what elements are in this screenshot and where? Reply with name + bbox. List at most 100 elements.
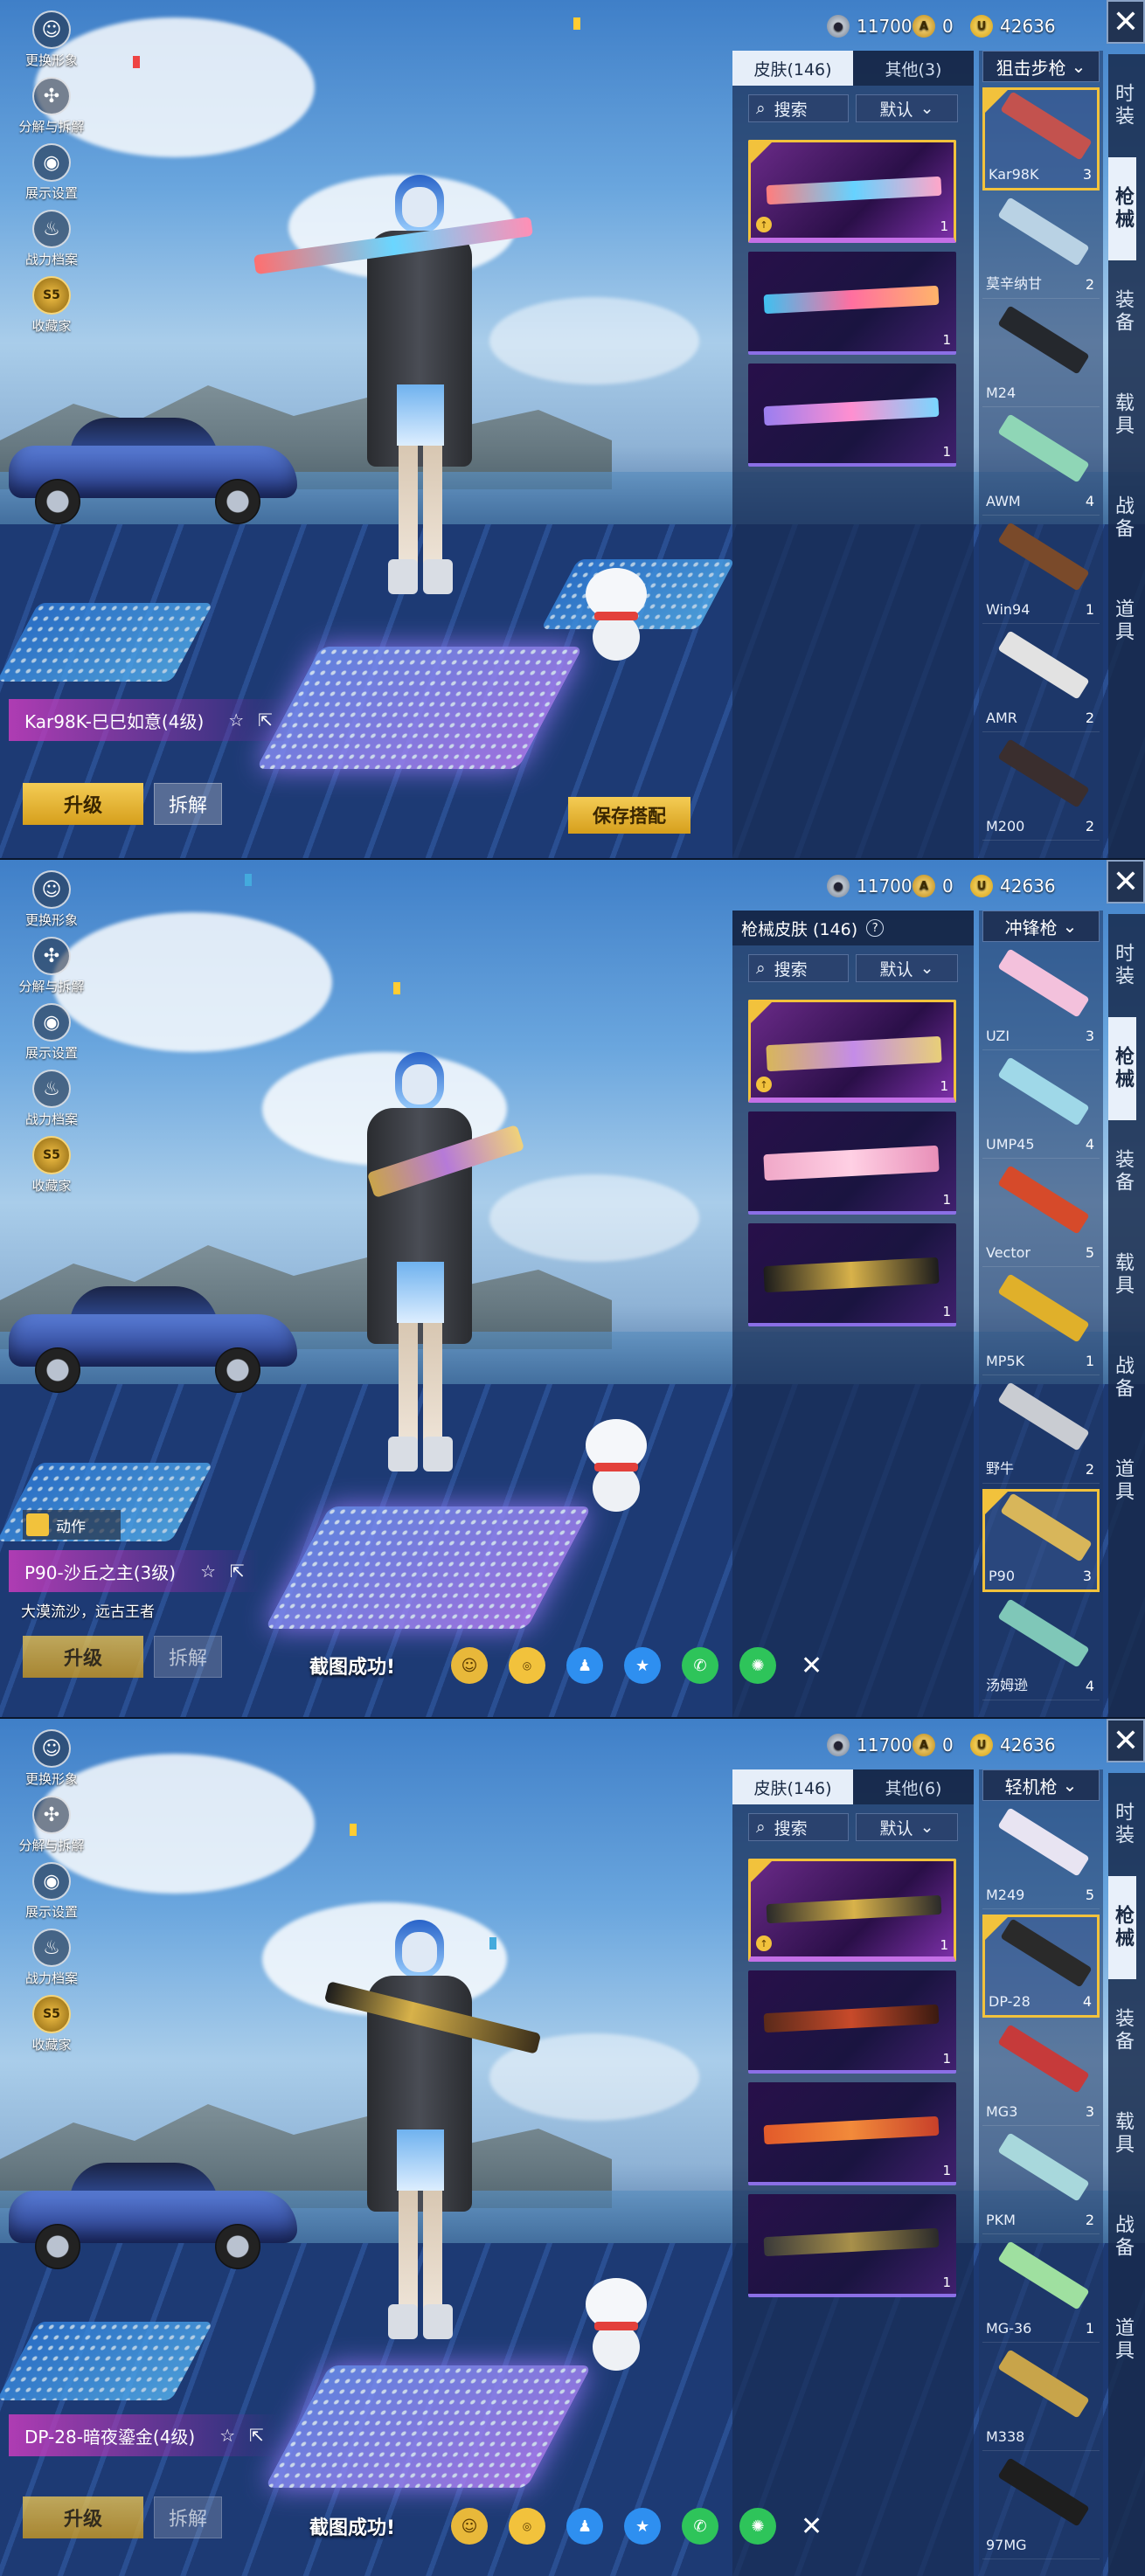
tab-equipment[interactable]: 装备 — [1108, 260, 1136, 364]
menu-power[interactable]: ♨ 战力档案 — [12, 210, 91, 276]
motion-button[interactable]: 动作 — [23, 1510, 121, 1540]
share-icon[interactable]: ⇱ — [230, 1561, 245, 1582]
menu-decompose[interactable]: ✣ 分解与拆解 — [12, 77, 91, 143]
qzone-icon[interactable]: ★ — [624, 2508, 662, 2545]
game-circle-icon[interactable]: ◎ — [509, 2508, 546, 2545]
search-input[interactable]: ⌕ 搜索 — [748, 94, 850, 122]
qq-icon[interactable]: ♟ — [566, 2508, 604, 2545]
close-button[interactable]: ✕ — [1107, 0, 1145, 44]
weapon-item[interactable]: Vector 5 — [982, 1164, 1100, 1267]
weapon-item[interactable]: MG-36 1 — [982, 2240, 1100, 2343]
weapon-category-dropdown[interactable]: 狙击步枪 ⌄ — [982, 51, 1100, 82]
skin-card[interactable]: 1 — [748, 1223, 956, 1326]
skin-card[interactable]: 1 — [748, 364, 956, 467]
tab-other[interactable]: 其他(6) — [853, 1769, 974, 1804]
sort-dropdown[interactable]: 默认 ⌄ — [856, 94, 958, 122]
upgrade-button[interactable]: 升级 — [23, 1636, 143, 1678]
weapon-item[interactable]: DP-28 4 — [982, 1915, 1100, 2018]
share-icon[interactable]: ⇱ — [249, 2425, 264, 2446]
qzone-icon[interactable]: ★ — [624, 1647, 662, 1684]
weapon-item[interactable]: AMR 2 — [982, 629, 1100, 732]
weapon-category-dropdown[interactable]: 冲锋枪 ⌄ — [982, 911, 1100, 942]
skin-card[interactable]: 1 — [748, 2194, 956, 2297]
tab-vehicles[interactable]: 载具 — [1108, 2082, 1136, 2185]
skin-card[interactable]: ↑ 1 — [748, 1000, 956, 1103]
tab-battle[interactable]: 战备 — [1108, 2185, 1136, 2289]
weapon-item[interactable]: AWM 4 — [982, 412, 1100, 516]
tab-vehicles[interactable]: 载具 — [1108, 1223, 1136, 1326]
close-button[interactable]: ✕ — [1107, 1719, 1145, 1762]
weapon-item[interactable]: 莫辛纳甘 2 — [982, 196, 1100, 299]
weapon-item[interactable]: 汤姆逊 4 — [982, 1597, 1100, 1700]
weapon-item[interactable]: M249 5 — [982, 1806, 1100, 1909]
weapon-item[interactable]: P90 3 — [982, 1489, 1100, 1592]
skin-card[interactable]: ↑ 1 — [748, 1859, 956, 1962]
skin-card[interactable]: ↑ 1 — [748, 140, 956, 243]
skin-card[interactable]: 1 — [748, 252, 956, 355]
search-input[interactable]: ⌕ 搜索 — [748, 954, 850, 982]
help-icon[interactable]: ? — [866, 919, 885, 937]
weapon-category-dropdown[interactable]: 轻机枪 ⌄ — [982, 1769, 1100, 1801]
wechat-icon[interactable]: ✆ — [682, 1647, 719, 1684]
qq-icon[interactable]: ♟ — [566, 1647, 604, 1684]
star-icon[interactable]: ☆ — [219, 2425, 235, 2446]
tab-fashion[interactable]: 时装 — [1108, 914, 1136, 1017]
moments-icon[interactable]: ✺ — [739, 2508, 777, 2545]
weapon-item[interactable]: MP5K 1 — [982, 1272, 1100, 1375]
tab-items[interactable]: 道具 — [1108, 1430, 1136, 1533]
tab-equipment[interactable]: 装备 — [1108, 1120, 1136, 1223]
menu-decompose[interactable]: ✣ 分解与拆解 — [12, 1796, 91, 1862]
menu-power[interactable]: ♨ 战力档案 — [12, 1070, 91, 1136]
star-icon[interactable]: ☆ — [200, 1561, 216, 1582]
game-circle-icon[interactable]: ◎ — [509, 1647, 546, 1684]
weapon-item[interactable]: UZI 3 — [982, 947, 1100, 1050]
weapon-item[interactable]: Win94 1 — [982, 521, 1100, 624]
weapon-item[interactable]: M200 2 — [982, 737, 1100, 841]
close-button[interactable]: ✕ — [1107, 860, 1145, 904]
sort-dropdown[interactable]: 默认 ⌄ — [856, 954, 958, 982]
weapon-item[interactable]: UMP45 4 — [982, 1056, 1100, 1159]
search-input[interactable]: ⌕ 搜索 — [748, 1813, 850, 1841]
weapon-item[interactable]: Kar98K 3 — [982, 87, 1100, 190]
tab-items[interactable]: 道具 — [1108, 570, 1136, 673]
close-icon[interactable]: ✕ — [801, 1651, 822, 1681]
sort-dropdown[interactable]: 默认 ⌄ — [856, 1813, 958, 1841]
skin-card[interactable]: 1 — [748, 1970, 956, 2074]
menu-display[interactable]: ◉ 展示设置 — [12, 1003, 91, 1070]
upgrade-button[interactable]: 升级 — [23, 783, 143, 825]
tab-skins[interactable]: 皮肤(146) — [732, 1769, 853, 1804]
moments-icon[interactable]: ✺ — [739, 1647, 777, 1684]
menu-change-look[interactable]: ☺ 更换形象 — [12, 1729, 91, 1796]
menu-collector[interactable]: S5 收藏家 — [12, 1136, 91, 1202]
tab-fashion[interactable]: 时装 — [1108, 54, 1136, 157]
save-outfit-button[interactable]: 保存搭配 — [568, 797, 690, 834]
tab-skins[interactable]: 皮肤(146) — [732, 51, 853, 86]
close-icon[interactable]: ✕ — [801, 2511, 822, 2542]
weapon-item[interactable]: 野牛 2 — [982, 1381, 1100, 1484]
upgrade-button[interactable]: 升级 — [23, 2496, 143, 2538]
tab-other[interactable]: 其他(3) — [853, 51, 974, 86]
tab-battle[interactable]: 战备 — [1108, 467, 1136, 570]
menu-change-look[interactable]: ☺ 更换形象 — [12, 10, 91, 77]
tab-weapons[interactable]: 枪械 — [1108, 1017, 1136, 1120]
tab-equipment[interactable]: 装备 — [1108, 1979, 1136, 2082]
weapon-item[interactable]: MG3 3 — [982, 2023, 1100, 2126]
tab-battle[interactable]: 战备 — [1108, 1326, 1136, 1430]
weapon-item[interactable]: 97MG — [982, 2456, 1100, 2559]
menu-collector[interactable]: S5 收藏家 — [12, 1995, 91, 2061]
skin-card[interactable]: 1 — [748, 1111, 956, 1215]
dismantle-button[interactable]: 拆解 — [154, 2496, 222, 2538]
menu-collector[interactable]: S5 收藏家 — [12, 276, 91, 343]
menu-change-look[interactable]: ☺ 更换形象 — [12, 870, 91, 937]
tab-weapons[interactable]: 枪械 — [1108, 1876, 1136, 1979]
tab-items[interactable]: 道具 — [1108, 2289, 1136, 2392]
weapon-item[interactable]: PKM 2 — [982, 2131, 1100, 2234]
wechat-icon[interactable]: ✆ — [682, 2508, 719, 2545]
game-friends-icon[interactable]: ☺ — [451, 2508, 489, 2545]
menu-display[interactable]: ◉ 展示设置 — [12, 1862, 91, 1929]
star-icon[interactable]: ☆ — [228, 710, 244, 731]
dismantle-button[interactable]: 拆解 — [154, 783, 222, 825]
menu-power[interactable]: ♨ 战力档案 — [12, 1929, 91, 1995]
weapon-item[interactable]: M338 — [982, 2348, 1100, 2451]
skin-card[interactable]: 1 — [748, 2082, 956, 2185]
